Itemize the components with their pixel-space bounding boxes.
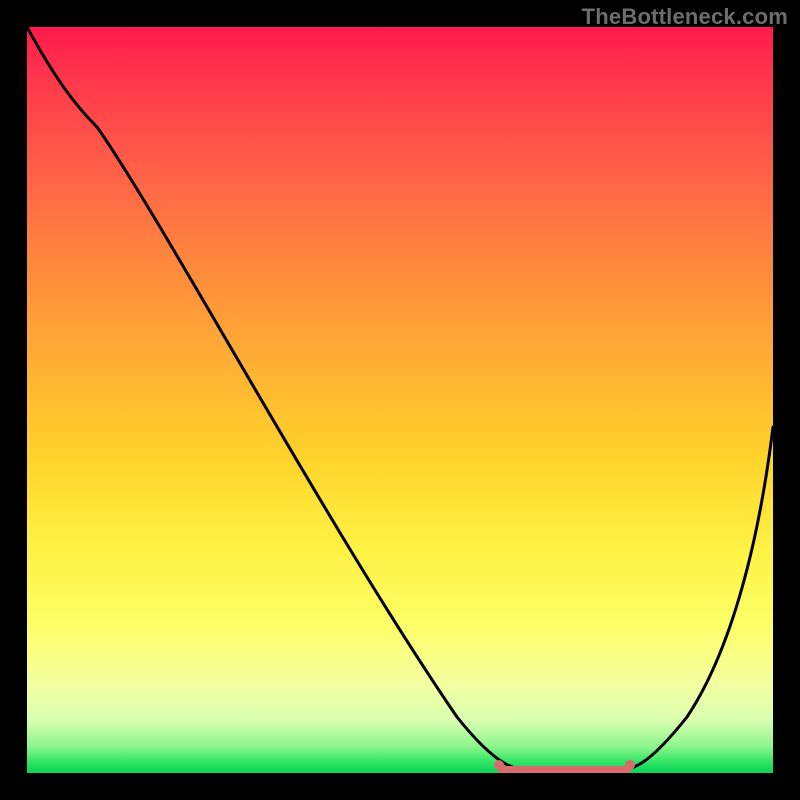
- flat-region-end-left: [494, 760, 504, 770]
- flat-region-end-right: [625, 760, 635, 770]
- chart-svg: [27, 27, 773, 773]
- chart-plot-area: [27, 27, 773, 773]
- bottleneck-curve: [27, 27, 773, 771]
